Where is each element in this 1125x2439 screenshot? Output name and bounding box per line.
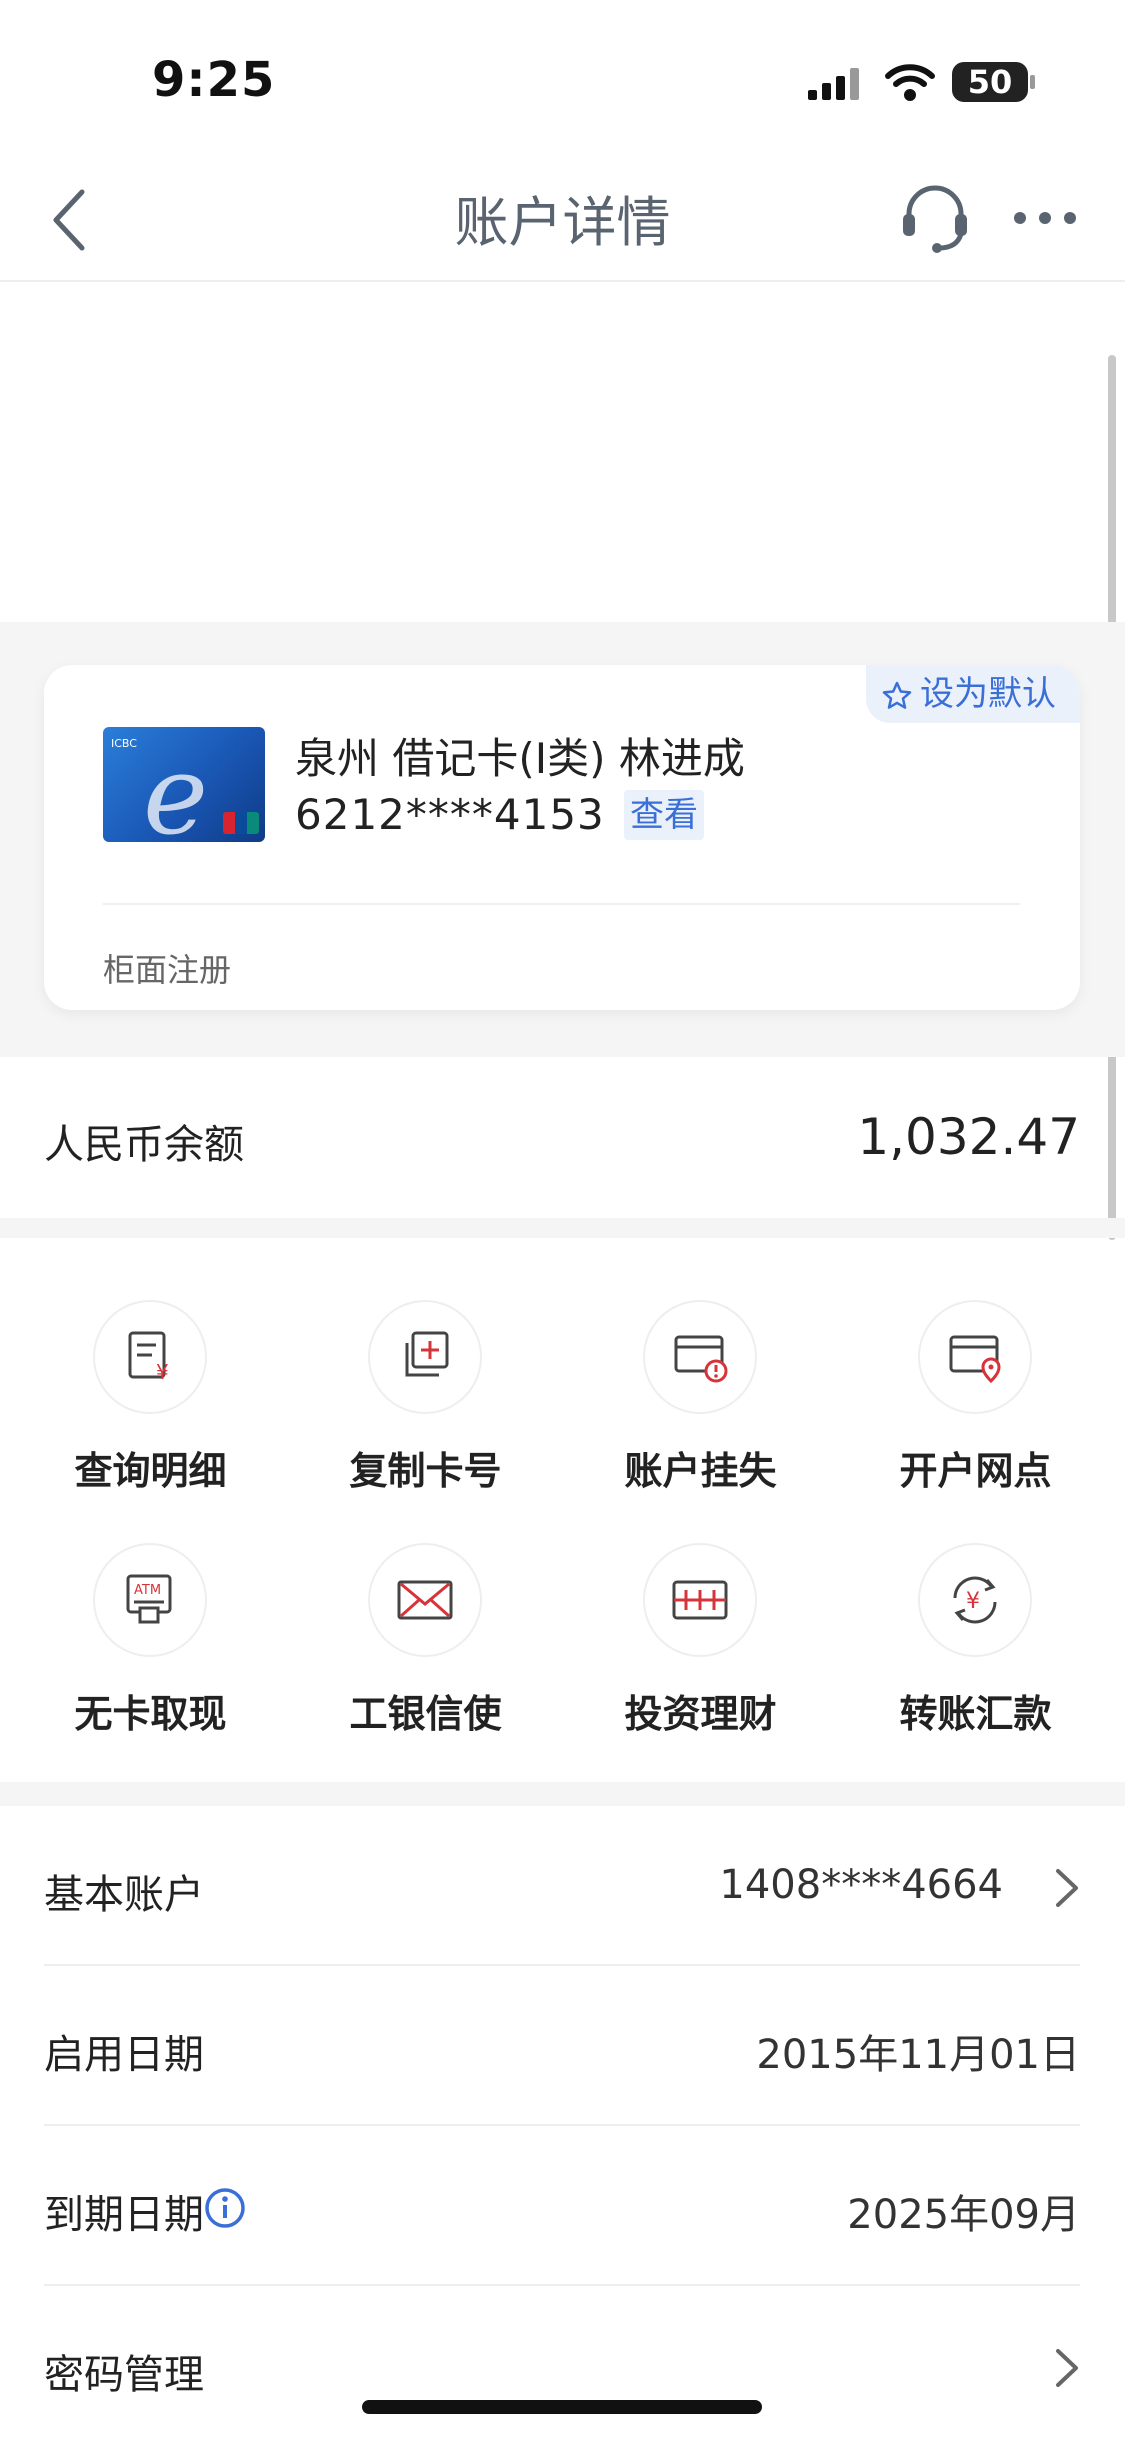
grid-item-messenger[interactable]: 工银信使 <box>288 1543 563 1763</box>
set-default-label: 设为默认 <box>920 674 1056 714</box>
registration-type: 柜面注册 <box>103 951 232 989</box>
grid-item-statement[interactable]: ¥ 查询明细 <box>13 1300 288 1520</box>
star-icon <box>882 681 912 709</box>
bank-card-image: e ICBC <box>103 727 265 842</box>
chevron-right-icon[interactable] <box>1052 2345 1082 2391</box>
card-divider <box>103 903 1020 905</box>
list-divider <box>44 2284 1080 2286</box>
card-number: 6212****4153 <box>295 790 605 839</box>
info-icon[interactable] <box>204 2187 246 2229</box>
grid-label-report-loss: 账户挂失 <box>624 1449 777 1493</box>
list-divider <box>44 2124 1080 2126</box>
customer-service-icon[interactable] <box>895 176 975 256</box>
start-date-label: 启用日期 <box>44 2032 204 2078</box>
grid-item-investment[interactable]: 投资理财 <box>563 1543 838 1763</box>
grid-item-branch[interactable]: 开户网点 <box>838 1300 1113 1520</box>
copy-card-icon-circle <box>368 1300 482 1414</box>
svg-text:ATM: ATM <box>134 1583 161 1598</box>
grid-item-report-loss[interactable]: 账户挂失 <box>563 1300 838 1520</box>
home-indicator[interactable] <box>362 2400 762 2414</box>
expiry-date-value: 2025年09月 <box>847 2192 1080 2238</box>
list-divider <box>44 1964 1080 1966</box>
investment-icon-circle <box>643 1543 757 1657</box>
mail-icon <box>397 1580 453 1620</box>
grid-item-transfer[interactable]: ¥ 转账汇款 <box>838 1543 1113 1763</box>
balance-value: 1,032.47 <box>857 1108 1080 1166</box>
transfer-icon-circle: ¥ <box>918 1543 1032 1657</box>
grid-label-copy-card: 复制卡号 <box>349 1449 502 1493</box>
section-divider <box>0 1782 1125 1806</box>
report-loss-icon-circle <box>643 1300 757 1414</box>
battery-tip <box>1030 75 1035 89</box>
back-button[interactable] <box>40 180 100 260</box>
card-e-logo: e <box>143 731 209 842</box>
copy-card-icon <box>405 1331 449 1377</box>
svg-text:¥: ¥ <box>966 1589 980 1614</box>
view-card-number-button[interactable]: 查看 <box>624 790 704 840</box>
grid-item-copy-card[interactable]: 复制卡号 <box>288 1300 563 1520</box>
atm-icon-circle: ATM <box>93 1543 207 1657</box>
section-divider <box>0 1218 1125 1238</box>
grid-item-atm[interactable]: ATM 无卡取现 <box>13 1543 288 1763</box>
basic-account-value: 1408****4664 <box>719 1862 1003 1908</box>
set-default-button[interactable]: 设为默认 <box>866 665 1080 723</box>
grid-label-transfer: 转账汇款 <box>899 1692 1052 1736</box>
start-date-value: 2015年11月01日 <box>756 2032 1080 2078</box>
expiry-date-label: 到期日期 <box>44 2192 204 2238</box>
grid-label-investment: 投资理财 <box>624 1692 777 1736</box>
more-options-icon[interactable] <box>1010 200 1080 240</box>
chevron-right-icon[interactable] <box>1052 1865 1082 1911</box>
battery-indicator: 50 <box>952 62 1028 102</box>
mail-icon-circle <box>368 1543 482 1657</box>
report-loss-icon <box>674 1335 728 1383</box>
wifi-icon <box>885 64 935 101</box>
unionpay-logo <box>223 812 259 834</box>
balance-label: 人民币余额 <box>44 1122 244 1168</box>
status-time: 9:25 <box>152 52 276 108</box>
atm-icon: ATM <box>126 1574 172 1624</box>
statement-icon-circle: ¥ <box>93 1300 207 1414</box>
bank-logo: ICBC <box>111 737 137 750</box>
grid-label-statement: 查询明细 <box>74 1449 227 1493</box>
card-name: 泉州 借记卡(Ⅰ类) 林进成 <box>295 734 745 783</box>
cellular-signal-icon <box>808 68 859 100</box>
grid-label-messenger: 工银信使 <box>349 1692 502 1736</box>
password-management-label[interactable]: 密码管理 <box>44 2342 204 2400</box>
svg-text:¥: ¥ <box>156 1360 169 1384</box>
transfer-icon: ¥ <box>953 1576 997 1624</box>
basic-account-label: 基本账户 <box>44 1872 204 1918</box>
investment-icon <box>672 1580 728 1620</box>
grid-label-branch: 开户网点 <box>899 1449 1052 1493</box>
branch-icon-circle <box>918 1300 1032 1414</box>
statement-icon: ¥ <box>128 1331 169 1384</box>
grid-label-atm: 无卡取现 <box>74 1692 227 1736</box>
branch-location-icon <box>949 1335 1001 1384</box>
